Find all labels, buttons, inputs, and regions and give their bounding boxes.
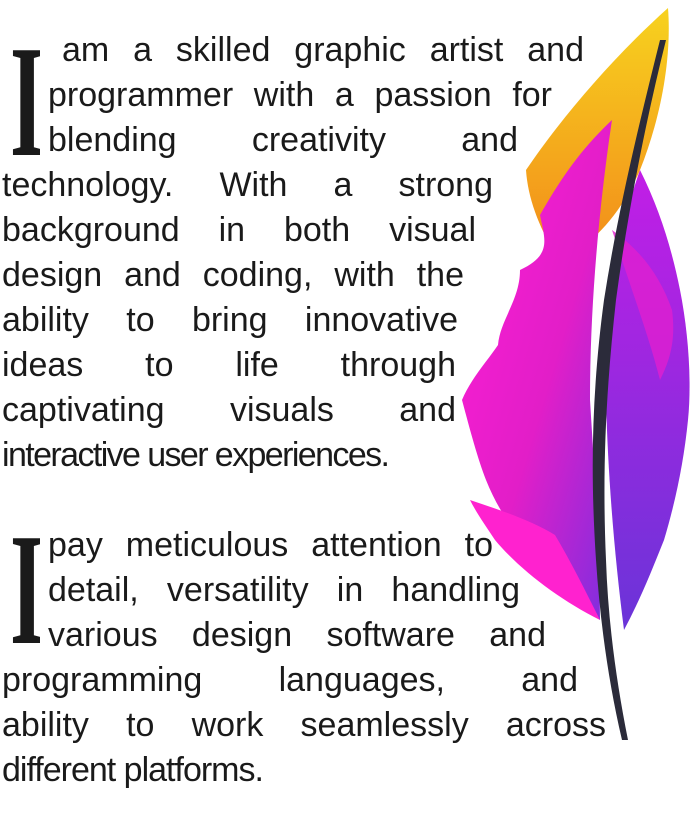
paragraph-line: ability to work seamlessly across <box>2 706 606 744</box>
paragraph-line: blending creativity and <box>48 121 518 159</box>
paragraph-line: technology. With a strong <box>2 166 493 204</box>
paragraph-line: detail, versatility in handling <box>48 571 520 609</box>
paragraph-line: am a skilled graphic artist and <box>62 31 584 69</box>
paragraph-line: programmer with a passion for <box>48 76 552 114</box>
paragraph-line: various design software and <box>48 616 546 654</box>
paragraph-line: programming languages, and <box>2 661 578 699</box>
drop-cap: I <box>10 36 40 156</box>
paragraph-line: interactive user experiences. <box>2 436 390 474</box>
paragraph-line: pay meticulous attention to <box>48 526 493 564</box>
paragraph-line: ability to bring innovative <box>2 301 458 339</box>
drop-cap: I <box>10 524 40 644</box>
paragraph-line: captivating visuals and <box>2 391 456 429</box>
about-text-page: I am a skilled graphic artist and progra… <box>0 0 696 813</box>
paragraph-line: background in both visual <box>2 211 476 249</box>
paragraph-line: ideas to life through <box>2 346 456 384</box>
paragraph-line: different platforms. <box>2 751 264 789</box>
paragraph-line: design and coding, with the <box>2 256 464 294</box>
